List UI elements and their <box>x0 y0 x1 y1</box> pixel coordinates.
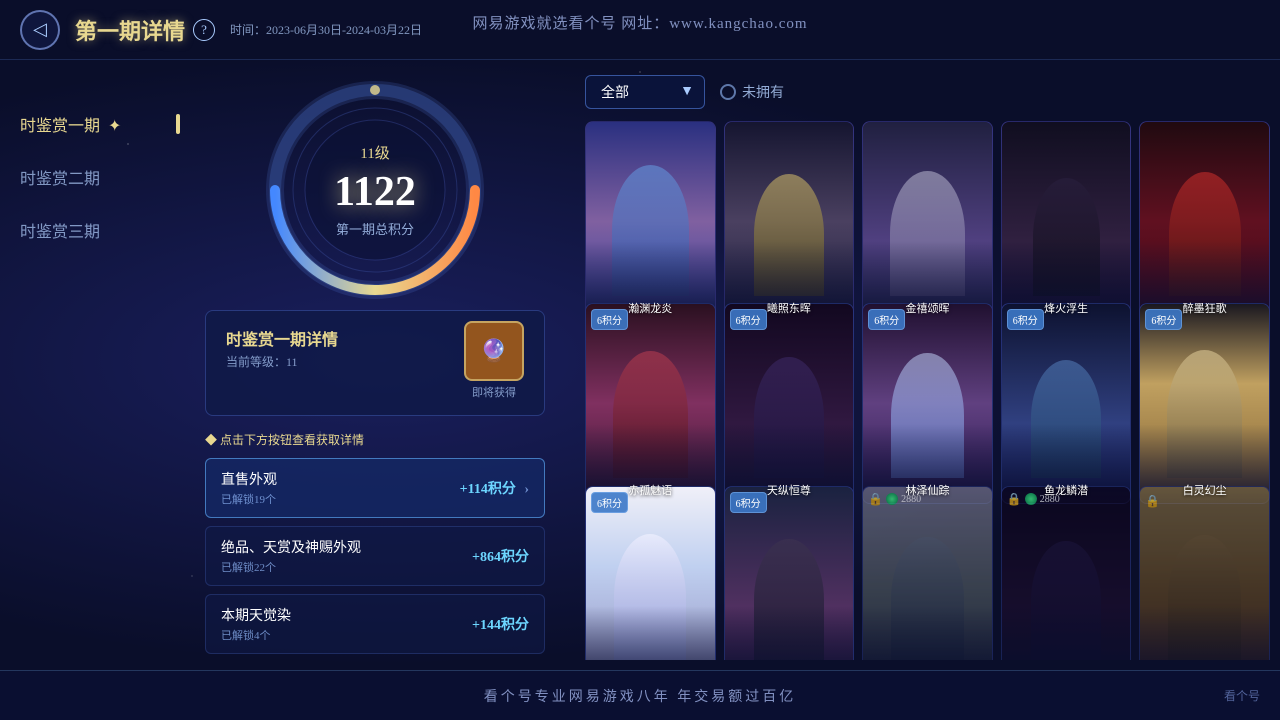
card-gradient-12 <box>863 606 992 660</box>
info-card-header: 时鉴赏一期详情 🔮 即将获得 当前等级：11 <box>226 326 524 370</box>
card-gradient-13 <box>1002 606 1131 660</box>
card-gradient-14 <box>1140 606 1269 660</box>
dropdown-arrow-icon: ▼ <box>680 84 694 100</box>
card-row1-1[interactable]: 曦照东晖 <box>724 121 855 322</box>
gauge-container: 11级 1122 第一期总积分 <box>265 80 485 300</box>
card-row1-2[interactable]: 金禧颂晖 <box>862 121 993 322</box>
next-reward-icon: 🔮 <box>480 338 507 364</box>
right-panel: 全部 ▼ 未拥有 瀚渊龙炎 <box>575 60 1280 670</box>
card-row2-0[interactable]: 6积分 赤孤魅语 <box>585 303 716 504</box>
sidebar-label-3: 时鉴赏三期 <box>20 224 100 241</box>
filter-bar: 全部 ▼ 未拥有 <box>585 75 1270 109</box>
card-badge-8: 6积分 <box>1007 309 1044 330</box>
next-reward-label: 即将获得 <box>464 384 524 400</box>
sidebar-item-period2[interactable]: 时鉴赏二期 <box>0 153 175 201</box>
score-row-2-left: 本期天觉染 已解锁4个 <box>221 605 291 643</box>
card-gradient-10 <box>586 606 715 660</box>
bottom-text: 看个号专业网易游戏八年 年交易额过百亿 <box>484 686 797 706</box>
card-name-8: 鱼龙鳞潜 <box>1002 482 1131 498</box>
score-row-0-left: 直售外观 已解锁19个 <box>221 469 277 507</box>
score-row-0-title: 直售外观 <box>221 469 277 489</box>
main-content: 11级 1122 第一期总积分 时鉴赏一期详情 🔮 即将获得 当前等级：11 ◆… <box>175 60 1280 670</box>
card-row3-1[interactable]: 6积分 极夜天曦 <box>724 486 855 660</box>
card-gradient-11 <box>725 606 854 660</box>
gauge-level: 11级 <box>334 142 416 163</box>
score-row-0-sub: 已解锁19个 <box>221 491 277 507</box>
left-panel: 11级 1122 第一期总积分 时鉴赏一期详情 🔮 即将获得 当前等级：11 ◆… <box>175 60 575 670</box>
next-reward-container: 🔮 即将获得 <box>464 321 524 400</box>
card-row1-0[interactable]: 瀚渊龙炎 <box>585 121 716 322</box>
bottom-bar: 看个号专业网易游戏八年 年交易额过百亿 看个号 <box>0 670 1280 720</box>
score-row-1-score: +864积分 <box>472 546 529 566</box>
gauge-score: 1122 <box>334 168 416 216</box>
score-row-2[interactable]: 本期天觉染 已解锁4个 +144积分 <box>205 594 545 654</box>
card-name-7: 林泽仙踪 <box>863 482 992 498</box>
card-badge-7: 6积分 <box>868 309 905 330</box>
card-badge-5: 6积分 <box>591 309 628 330</box>
card-badge-11: 6积分 <box>730 492 767 513</box>
filter-radio-unowned[interactable]: 未拥有 <box>720 82 784 102</box>
card-badge-6: 6积分 <box>730 309 767 330</box>
score-rows: 直售外观 已解锁19个 +114积分 › 绝品、天赏及神赐外观 已解锁22个 +… <box>205 458 545 654</box>
card-row3-2[interactable]: 🔒 2880 兰亭觞咏 <box>862 486 993 660</box>
score-row-1-left: 绝品、天赏及神赐外观 已解锁22个 <box>221 537 361 575</box>
gauge-label: 第一期总积分 <box>334 219 416 238</box>
watermark: 网易游戏就选看个号 网址：www.kangchao.com <box>0 12 1280 33</box>
radio-circle <box>720 84 736 100</box>
score-row-2-title: 本期天觉染 <box>221 605 291 625</box>
score-row-0-score: +114积分 › <box>460 478 529 498</box>
hint-text: ◆ 点击下方按钮查看获取详情 <box>205 431 545 448</box>
score-row-1-sub: 已解锁22个 <box>221 559 361 575</box>
card-name-9: 白灵幻尘 <box>1140 482 1269 498</box>
sidebar-item-period3[interactable]: 时鉴赏三期 <box>0 206 175 254</box>
card-row1-3[interactable]: 烽火浮生 <box>1001 121 1132 322</box>
score-row-2-sub: 已解锁4个 <box>221 627 291 643</box>
next-reward-box: 🔮 <box>464 321 524 381</box>
card-row3-4[interactable]: 🔒 法度禅心 <box>1139 486 1270 660</box>
filter-dropdown[interactable]: 全部 ▼ <box>585 75 705 109</box>
star-icon: ✦ <box>108 118 121 135</box>
card-row2-4[interactable]: 6积分 白灵幻尘 <box>1139 303 1270 504</box>
bottom-logo: 看个号 <box>1224 687 1260 704</box>
card-badge-10: 6积分 <box>591 492 628 513</box>
info-card-title: 时鉴赏一期详情 <box>226 332 338 349</box>
cards-grid: 瀚渊龙炎 曦照东晖 金禧颂晖 <box>585 121 1270 660</box>
gauge-center: 11级 1122 第一期总积分 <box>334 142 416 238</box>
card-row2-2[interactable]: 6积分 林泽仙踪 <box>862 303 993 504</box>
sidebar-label-2: 时鉴赏二期 <box>20 171 100 188</box>
card-badge-9: 6积分 <box>1145 309 1182 330</box>
info-card: 时鉴赏一期详情 🔮 即将获得 当前等级：11 <box>205 310 545 416</box>
radio-label: 未拥有 <box>742 82 784 102</box>
card-row2-3[interactable]: 6积分 鱼龙鳞潜 <box>1001 303 1132 504</box>
score-row-0-arrow: › <box>524 482 529 497</box>
score-row-0[interactable]: 直售外观 已解锁19个 +114积分 › <box>205 458 545 518</box>
card-row3-0[interactable]: 6积分 灵鹿苍风 <box>585 486 716 660</box>
score-row-1[interactable]: 绝品、天赏及神赐外观 已解锁22个 +864积分 <box>205 526 545 586</box>
score-row-2-score: +144积分 <box>472 614 529 634</box>
sidebar-item-period1[interactable]: 时鉴赏一期 ✦ <box>0 100 175 148</box>
sidebar-label-1: 时鉴赏一期 <box>20 118 100 135</box>
score-row-1-title: 绝品、天赏及神赐外观 <box>221 537 361 557</box>
card-row1-4[interactable]: 醉墨狂歌 <box>1139 121 1270 322</box>
card-row2-1[interactable]: 6积分 天纵恒尊 <box>724 303 855 504</box>
card-row3-3[interactable]: 🔒 2880 玉泽凌烟 <box>1001 486 1132 660</box>
sidebar: 时鉴赏一期 ✦ 时鉴赏二期 时鉴赏三期 <box>0 60 175 720</box>
dropdown-value: 全部 <box>601 82 629 102</box>
